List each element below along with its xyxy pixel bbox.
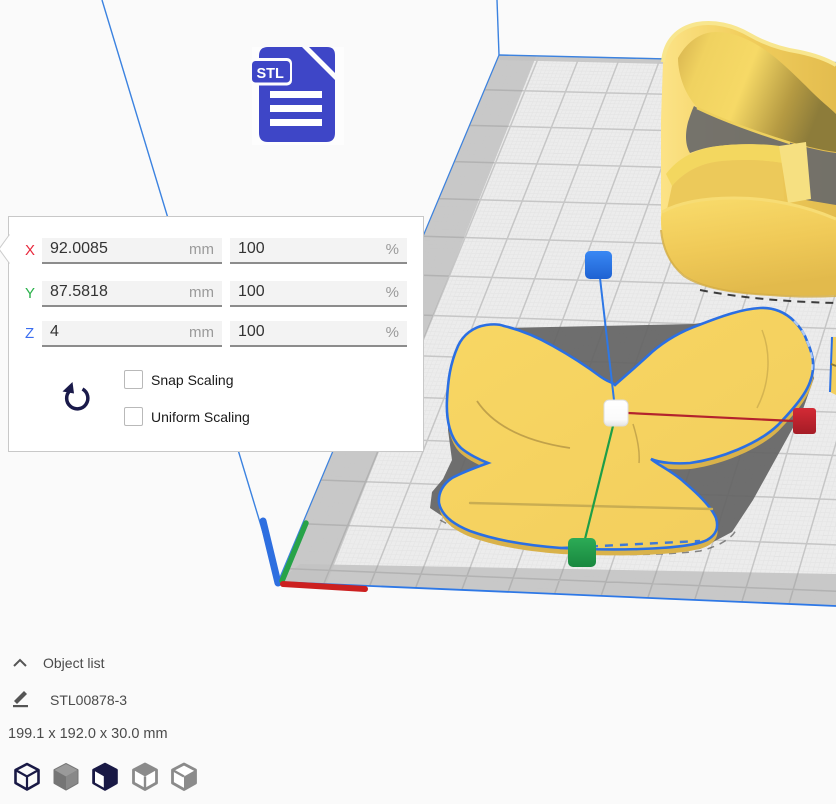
svg-text:STL: STL [257, 66, 285, 82]
